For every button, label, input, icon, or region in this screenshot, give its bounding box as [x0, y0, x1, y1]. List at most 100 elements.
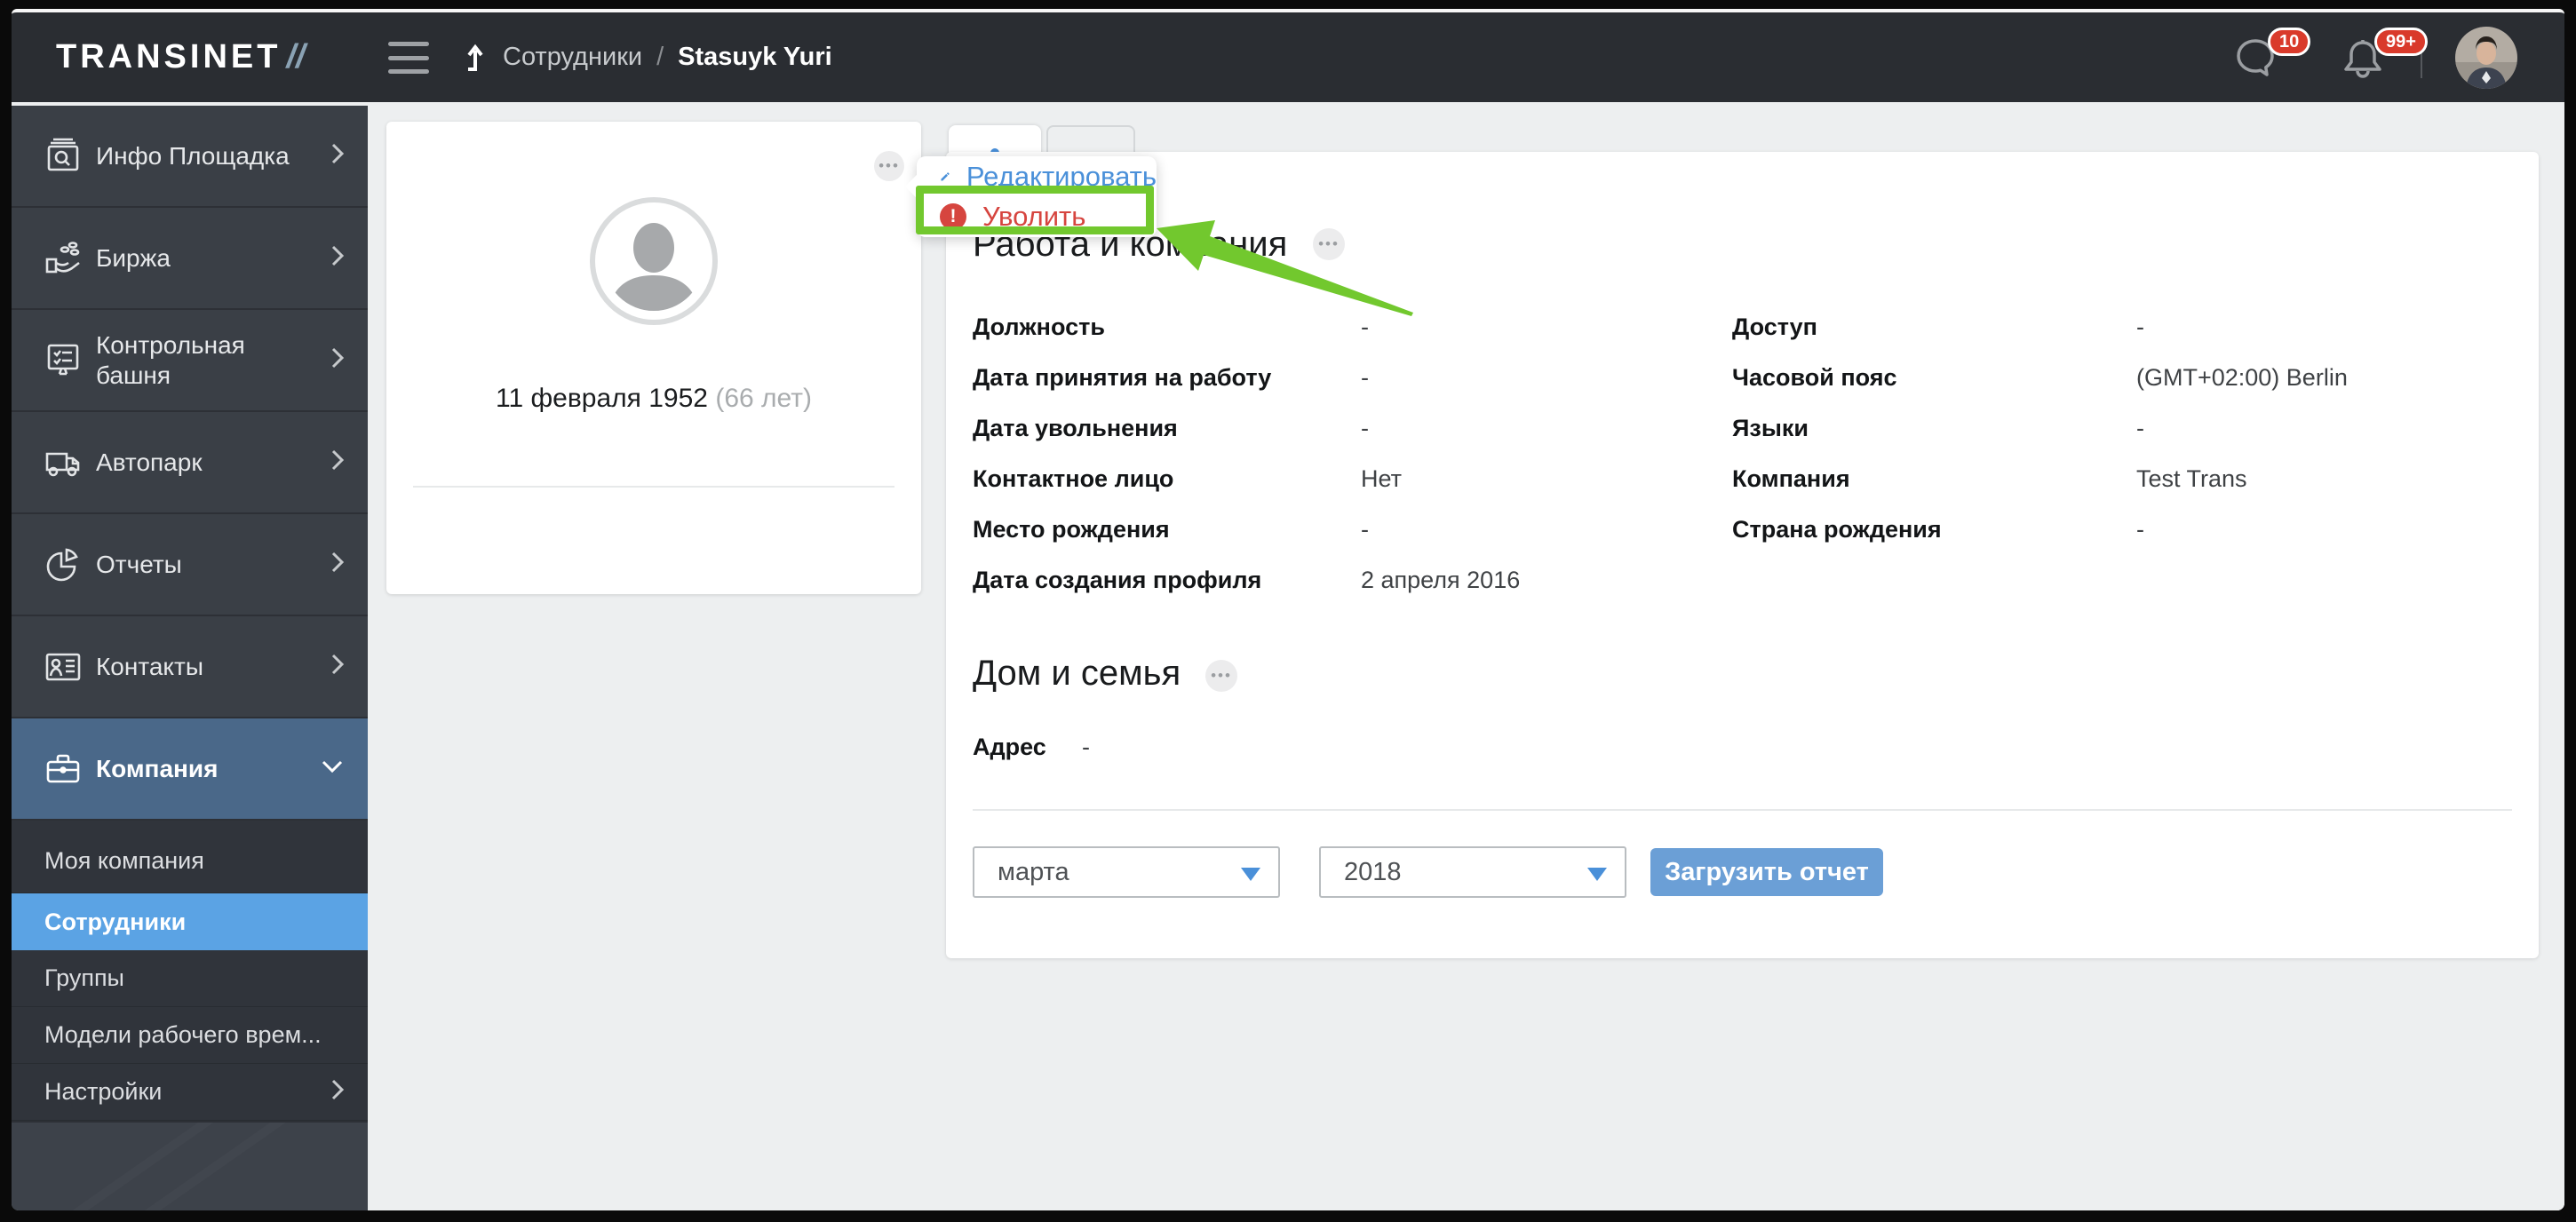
field-value: Test Trans	[2136, 465, 2247, 492]
birth-date-value: 11 февраля 1952	[496, 384, 708, 413]
sidebar-subitem-label: Настройки	[44, 1078, 163, 1105]
sidebar-item-info-ploshchadka[interactable]: Инфо Площадка	[12, 106, 368, 208]
month-select[interactable]: марта	[973, 846, 1280, 898]
profile-card-actions-button[interactable]: •••	[874, 151, 904, 181]
sidebar-item-label: Компания	[96, 754, 219, 782]
section-title-home: Дом и семья	[973, 654, 1181, 693]
breadcrumb-separator: /	[656, 43, 664, 71]
user-avatar-image	[2455, 27, 2517, 89]
field-value: 2 апреля 2016	[1361, 567, 1521, 593]
field-row: Страна рождения -	[1732, 516, 2348, 567]
field-row: Дата создания профиля 2 апреля 2016	[973, 567, 1520, 617]
sidebar-item-label: Биржа	[96, 243, 171, 272]
chevron-right-icon	[330, 243, 345, 273]
field-value: -	[2136, 313, 2144, 340]
field-value: -	[1082, 734, 1090, 760]
field-row: Контактное лицо Нет	[973, 465, 1520, 516]
field-value: Нет	[1361, 465, 1402, 492]
logo-slashes-icon: //	[286, 38, 306, 75]
contact-card-icon	[43, 647, 83, 687]
chevron-right-icon	[330, 345, 345, 375]
sidebar-item-label: Контрольная башня	[96, 330, 245, 389]
sidebar-item-otchety[interactable]: Отчеты	[12, 514, 368, 616]
chevron-right-icon	[330, 1077, 345, 1107]
sidebar-subitem-modeli-rabochego-vremeni[interactable]: Модели рабочего врем...	[12, 1007, 368, 1064]
pie-chart-icon	[43, 544, 83, 585]
field-row: Доступ -	[1732, 313, 2348, 364]
field-row: Компания Test Trans	[1732, 465, 2348, 516]
sidebar-subitem-moya-kompaniya[interactable]: Моя компания	[12, 821, 368, 893]
breadcrumb: Сотрудники / Stasuyk Yuri	[460, 12, 832, 102]
address-row: Адрес -	[973, 734, 1090, 761]
sidebar-subitem-label: Сотрудники	[44, 908, 187, 935]
breadcrumb-current: Stasuyk Yuri	[678, 43, 832, 71]
bell-badge: 99+	[2374, 28, 2428, 56]
sidebar-subitem-label: Группы	[44, 964, 124, 991]
field-row: Должность -	[973, 313, 1520, 364]
profile-card: ••• 11 февраля 1952 (66 лет)	[386, 122, 921, 594]
sidebar-item-kontrolnaya-bashnya[interactable]: Контрольная башня	[12, 310, 368, 412]
field-label: Место рождения	[973, 516, 1170, 543]
app-window: TRANSINET // Сотрудники / Stasuyk Yuri 1…	[12, 9, 2564, 1210]
download-report-button[interactable]: Загрузить отчет	[1650, 848, 1883, 896]
chevron-right-icon	[330, 550, 345, 579]
field-label: Дата увольнения	[973, 415, 1178, 441]
sidebar-item-kompaniya[interactable]: Компания	[12, 718, 368, 821]
chevron-down-icon	[320, 759, 345, 778]
field-value: -	[2136, 516, 2144, 543]
sidebar-subitem-label: Модели рабочего врем...	[44, 1021, 322, 1048]
field-label: Дата принятия на работу	[973, 364, 1272, 391]
sidebar-item-label: Контакты	[96, 652, 203, 680]
truck-icon	[43, 442, 83, 483]
field-row: Дата принятия на работу -	[973, 364, 1520, 415]
sidebar-item-label: Отчеты	[96, 550, 182, 578]
field-row: Дата увольнения -	[973, 415, 1520, 465]
field-value: (GMT+02:00) Berlin	[2136, 364, 2348, 391]
menu-toggle-icon[interactable]	[388, 42, 433, 74]
sidebar-item-label: Инфо Площадка	[96, 141, 290, 170]
sidebar-item-avtopark[interactable]: Автопарк	[12, 412, 368, 514]
work-fields-left: Должность - Дата принятия на работу - Да…	[973, 313, 1520, 617]
caret-down-icon	[1241, 868, 1260, 881]
sidebar-subitem-sotrudniki[interactable]: Сотрудники	[12, 893, 368, 950]
exchange-hand-icon	[43, 238, 83, 279]
field-value: -	[1361, 415, 1369, 441]
topbar: TRANSINET // Сотрудники / Stasuyk Yuri 1…	[12, 12, 2564, 102]
work-fields-right: Доступ - Часовой пояс (GMT+02:00) Berlin…	[1732, 313, 2348, 567]
field-label: Компания	[1732, 465, 1850, 492]
sidebar-item-label: Автопарк	[96, 448, 203, 476]
month-select-value: марта	[998, 857, 1069, 886]
app-logo[interactable]: TRANSINET //	[56, 12, 306, 102]
chevron-right-icon	[330, 141, 345, 171]
field-row: Место рождения -	[973, 516, 1520, 567]
sidebar: Инфо Площадка Биржа Контрольная башня Ав…	[12, 106, 368, 1210]
sidebar-subitem-nastroyki[interactable]: Настройки	[12, 1064, 368, 1121]
control-tower-icon	[43, 340, 83, 381]
age-note: (66 лет)	[715, 384, 812, 413]
level-up-icon	[467, 44, 483, 71]
field-row: Языки -	[1732, 415, 2348, 465]
logo-text: TRANSINET	[56, 38, 282, 75]
panel-divider	[973, 809, 2512, 811]
year-select[interactable]: 2018	[1319, 846, 1626, 898]
field-label: Контактное лицо	[973, 465, 1174, 492]
field-value: -	[1361, 313, 1369, 340]
home-section-actions-button[interactable]: •••	[1205, 660, 1237, 692]
breadcrumb-section[interactable]: Сотрудники	[503, 43, 642, 72]
field-value: -	[1361, 364, 1369, 391]
work-section-actions-button[interactable]: •••	[1313, 228, 1345, 260]
chat-badge: 10	[2268, 28, 2311, 56]
chevron-right-icon	[330, 448, 345, 477]
user-avatar[interactable]	[2455, 27, 2517, 89]
card-divider	[413, 486, 894, 488]
field-value: -	[1361, 516, 1369, 543]
sidebar-item-kontakty[interactable]: Контакты	[12, 616, 368, 718]
sidebar-subitem-gruppy[interactable]: Группы	[12, 950, 368, 1007]
field-label: Часовой пояс	[1732, 364, 1897, 391]
sidebar-item-birzha[interactable]: Биржа	[12, 208, 368, 310]
annotation-highlight-box	[916, 186, 1154, 234]
search-board-icon	[43, 136, 83, 177]
profile-avatar-placeholder	[589, 196, 719, 330]
briefcase-icon	[43, 749, 83, 790]
screenshot-frame: TRANSINET // Сотрудники / Stasuyk Yuri 1…	[0, 0, 2576, 1222]
